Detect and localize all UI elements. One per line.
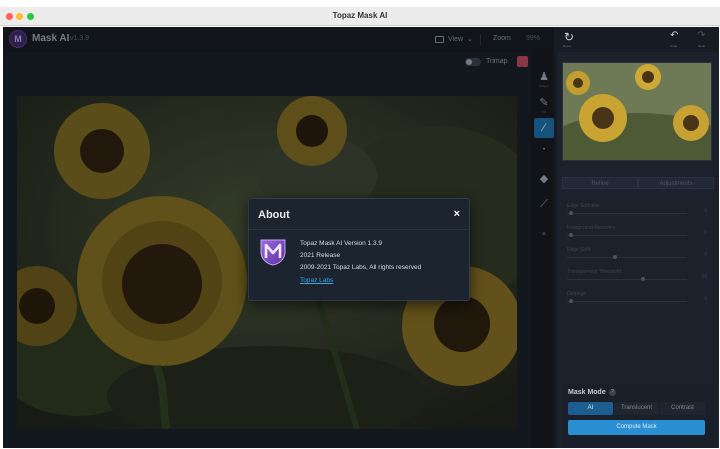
slider-value: 0 — [704, 296, 707, 302]
brush-size-tool[interactable]: • — [534, 140, 554, 160]
slider-knob[interactable] — [569, 299, 573, 303]
chevron-down-icon: ⌄ — [467, 36, 473, 43]
release-text: 2021 Release — [300, 252, 341, 259]
trimap-toggle[interactable] — [465, 57, 481, 66]
subject-tool[interactable]: ♟ — [534, 66, 554, 86]
zoom-label: Zoom — [493, 35, 511, 42]
slider-value: 0 — [704, 208, 707, 214]
dot-icon: • — [542, 147, 546, 153]
eraser-tool[interactable]: ✎ — [534, 92, 554, 112]
right-panel: ↻ Reset ↶ Undo ↷ Redo Refine Adjustments… — [557, 27, 719, 448]
about-info: Topaz Mask AI Version 1.3.9 2021 Release… — [300, 238, 421, 287]
slider-label: Transparency Threshold — [567, 269, 621, 275]
slider-label: Foreground Recovery — [567, 225, 616, 231]
trimap-color-swatch[interactable] — [516, 56, 528, 67]
slider-track — [567, 235, 687, 236]
slider-knob[interactable] — [641, 277, 645, 281]
brush-icon: ⁄ — [543, 122, 545, 134]
reset-caption: Reset — [563, 44, 571, 48]
trash-icon: ▪ — [542, 228, 546, 240]
tool-strip: ♟ Subject ✎ Fill ⁄ • ◆ ⟋ ▪ — [531, 52, 557, 448]
topaz-labs-link[interactable]: Topaz Labs — [300, 274, 421, 287]
eraser-icon: ✎ — [539, 96, 549, 109]
help-icon[interactable]: ? — [609, 389, 616, 396]
picker-icon: ⟋ — [540, 197, 548, 210]
slider-value: 0 — [704, 252, 707, 258]
mask-mode-contrast[interactable]: Contrast — [660, 402, 705, 415]
slider-value: 50 — [701, 274, 707, 280]
right-panel-header: ↻ Reset ↶ Undo ↷ Redo — [557, 27, 719, 52]
view-button[interactable]: View ⌄ — [435, 33, 473, 45]
compute-mask-button[interactable]: Compute Mask — [568, 420, 705, 435]
panel-tabs: Refine Adjustments — [562, 177, 714, 189]
mask-mode-selector: AI Translucent Contrast — [568, 402, 705, 415]
slider-track — [567, 213, 687, 214]
slider-knob[interactable] — [613, 255, 617, 259]
slider-track — [567, 301, 687, 302]
view-icon — [435, 35, 444, 43]
undo-caption: Undo — [670, 44, 678, 48]
slider-track — [567, 257, 687, 258]
topaz-mask-logo — [258, 236, 288, 266]
view-label: View — [448, 35, 464, 43]
navigator-thumbnail[interactable] — [562, 62, 712, 161]
top-toolbar: M Mask AI v1.3.9 View ⌄ Zoom 99% — [3, 27, 557, 52]
slider-value: 0 — [704, 230, 707, 236]
subject-caption: Subject — [538, 84, 549, 88]
mask-mode-title: Mask Mode — [568, 389, 606, 396]
app-name: Mask AI — [32, 33, 70, 44]
reset-icon[interactable]: ↻ — [564, 30, 574, 44]
dialog-title: About — [258, 209, 290, 221]
slider-track — [567, 279, 687, 280]
version-text: Topaz Mask AI Version 1.3.9 — [300, 240, 383, 247]
trimap-label: Trimap — [486, 58, 508, 65]
trash-tool[interactable]: ▪ — [534, 224, 554, 244]
copyright-text: 2009-2021 Topaz Labs, All rights reserve… — [300, 264, 422, 271]
tab-adjustments[interactable]: Adjustments — [638, 177, 714, 189]
mask-mode-ai[interactable]: AI — [568, 402, 613, 415]
undo-icon[interactable]: ↶ — [670, 30, 678, 41]
toolbar-divider — [480, 34, 481, 45]
app-logo: M — [9, 30, 27, 48]
redo-caption: Redo — [698, 44, 706, 48]
about-dialog: About × Topaz Mask AI Version 1.3.9 2021… — [248, 198, 470, 301]
mask-mode-panel: Mask Mode ? AI Translucent Contrast Comp… — [562, 384, 714, 448]
redo-icon[interactable]: ↷ — [697, 30, 705, 41]
window-titlebar: Topaz Mask AI — [0, 7, 720, 26]
app-version: v1.3.9 — [70, 35, 90, 42]
fill-caption: Fill — [542, 110, 546, 114]
trimap-control: Trimap — [465, 56, 528, 67]
window-title: Topaz Mask AI — [332, 11, 388, 20]
zoom-select[interactable]: 99% — [526, 35, 540, 42]
slider-label: Edge Shift — [567, 247, 591, 253]
close-icon[interactable]: × — [454, 208, 460, 220]
mask-mode-translucent[interactable]: Translucent — [614, 402, 659, 415]
slider-knob[interactable] — [569, 233, 573, 237]
slider-label: Defringe — [567, 291, 586, 297]
slider-knob[interactable] — [569, 211, 573, 215]
paint-bucket-icon: ◆ — [539, 172, 549, 185]
tab-refine[interactable]: Refine — [562, 177, 638, 189]
slider-label: Edge Softness — [567, 203, 600, 209]
paint-bucket-tool[interactable]: ◆ — [534, 168, 554, 188]
brush-tool[interactable]: ⁄ — [534, 118, 554, 138]
picker-tool[interactable]: ⟋ — [534, 194, 554, 214]
subject-icon: ♟ — [539, 70, 549, 83]
dialog-divider — [249, 229, 469, 230]
